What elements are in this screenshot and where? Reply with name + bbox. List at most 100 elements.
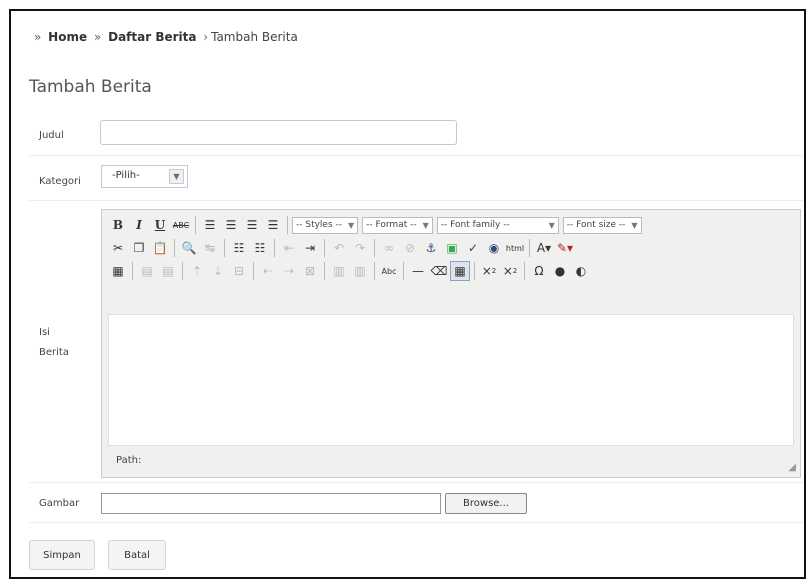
judul-input[interactable]: [100, 120, 457, 145]
row-props-icon[interactable]: ▤: [137, 261, 157, 281]
insert-col-after-icon[interactable]: ⇢: [279, 261, 299, 281]
image-icon[interactable]: ▣: [442, 238, 462, 258]
subscript-icon[interactable]: × 2: [479, 261, 499, 281]
bullet-list-icon[interactable]: ☷: [229, 238, 249, 258]
toolbar-divider: [174, 239, 175, 257]
bold-icon[interactable]: B: [108, 215, 128, 235]
help-icon[interactable]: ◉: [484, 238, 504, 258]
find-icon[interactable]: 🔍: [179, 238, 199, 258]
copy-icon[interactable]: ❐: [129, 238, 149, 258]
simpan-button[interactable]: Simpan: [29, 540, 95, 570]
table-icon[interactable]: ▦: [108, 261, 128, 281]
toolbar-divider: [253, 262, 254, 280]
text-color-icon[interactable]: A▾: [534, 238, 554, 258]
toolbar-divider: [374, 262, 375, 280]
align-justify-icon[interactable]: ☰: [263, 215, 283, 235]
toolbar-divider: [274, 239, 275, 257]
align-left-icon[interactable]: ☰: [200, 215, 220, 235]
remove-format-icon[interactable]: ⌫: [429, 261, 449, 281]
chevron-down-icon: ▼: [631, 220, 638, 230]
special-character-icon[interactable]: Ω: [529, 261, 549, 281]
toolbar-divider: [403, 262, 404, 280]
delete-row-icon[interactable]: ⊟: [229, 261, 249, 281]
align-center-icon[interactable]: ☰: [221, 215, 241, 235]
batal-button[interactable]: Batal: [108, 540, 166, 570]
chevron-down-icon: ▼: [548, 220, 555, 230]
page-title: Tambah Berita: [29, 77, 152, 97]
font-size-dropdown[interactable]: -- Font size -- ▼: [562, 216, 642, 234]
numbered-list-icon[interactable]: ☷: [250, 238, 270, 258]
toolbar-divider: [474, 262, 475, 280]
browse-button[interactable]: Browse...: [445, 493, 527, 514]
toolbar-divider: [224, 239, 225, 257]
breadcrumb-current: Tambah Berita: [211, 30, 298, 44]
font-family-dropdown-label: -- Font family --: [440, 220, 510, 230]
split-cells-icon[interactable]: ▥: [329, 261, 349, 281]
outdent-icon[interactable]: ⇤: [279, 238, 299, 258]
resize-grip-icon[interactable]: ◢: [788, 462, 796, 473]
styles-dropdown-label: -- Styles --: [296, 220, 343, 230]
kategori-select[interactable]: -Pilih- ▼: [101, 165, 188, 188]
abbreviation-icon[interactable]: Abc: [379, 261, 399, 281]
chevron-down-icon: ▼: [348, 220, 355, 230]
italic-icon[interactable]: I: [129, 215, 149, 235]
visual-aid-icon[interactable]: ▦: [450, 261, 470, 281]
redo-icon[interactable]: ↷: [350, 238, 370, 258]
toolbar-divider: [132, 262, 133, 280]
code-icon[interactable]: html: [505, 238, 525, 258]
toolbar-divider: [374, 239, 375, 257]
horizontal-rule-icon[interactable]: —: [408, 261, 428, 281]
gambar-file-input[interactable]: [101, 493, 441, 514]
toolbar-divider: [195, 216, 196, 234]
insert-col-before-icon[interactable]: ⇠: [258, 261, 278, 281]
link-icon[interactable]: ∞: [379, 238, 399, 258]
breadcrumb: » Home » Daftar Berita › Tambah Berita: [31, 30, 298, 44]
styles-dropdown[interactable]: -- Styles -- ▼: [292, 216, 359, 234]
toolbar-divider: [324, 262, 325, 280]
toolbar-divider: [287, 216, 288, 234]
underline-icon[interactable]: U: [150, 215, 170, 235]
editor-path-label: Path:: [116, 455, 142, 466]
background-color-icon[interactable]: ✎▾: [555, 238, 575, 258]
delete-col-icon[interactable]: ⊠: [300, 261, 320, 281]
chevron-down-icon[interactable]: ▼: [169, 169, 184, 184]
superscript-icon[interactable]: × 2: [500, 261, 520, 281]
format-dropdown-label: -- Format --: [366, 220, 417, 230]
replace-icon[interactable]: ↹: [200, 238, 220, 258]
gambar-label: Gambar: [39, 498, 80, 509]
merge-cells-icon[interactable]: ▥: [350, 261, 370, 281]
toolbar-divider: [529, 239, 530, 257]
toolbar-divider: [324, 239, 325, 257]
align-right-icon[interactable]: ☰: [242, 215, 262, 235]
breadcrumb-separator: »: [93, 30, 102, 44]
unlink-icon[interactable]: ⊘: [400, 238, 420, 258]
paste-icon[interactable]: 📋: [150, 238, 170, 258]
toolbar-divider: [182, 262, 183, 280]
editor-content-area[interactable]: [108, 314, 794, 446]
format-dropdown[interactable]: -- Format -- ▼: [362, 216, 433, 234]
breadcrumb-daftar-berita-link[interactable]: Daftar Berita: [108, 30, 196, 44]
strikethrough-icon[interactable]: ABC: [171, 215, 191, 235]
breadcrumb-separator: »: [34, 30, 42, 44]
indent-icon[interactable]: ⇥: [300, 238, 320, 258]
editor-toolbar-row-2: ✂ ❐ 📋 🔍 ↹ ☷ ☷ ⇤ ⇥ ↶ ↷ ∞ ⊘ ⚓ ▣ ✓ ◉ html A…: [108, 237, 575, 259]
cleanup-icon[interactable]: ✓: [463, 238, 483, 258]
media-icon[interactable]: ●: [550, 261, 570, 281]
editor-toolbar-row-3: ▦ ▤ ▤ ⇡ ⇣ ⊟ ⇠ ⇢ ⊠ ▥ ▥ Abc — ⌫ ▦ × 2 × 2 Ω: [108, 260, 591, 282]
isi-berita-label: Isi Berita: [39, 327, 69, 358]
cut-icon[interactable]: ✂: [108, 238, 128, 258]
emoticon-icon[interactable]: ◐: [571, 261, 591, 281]
judul-label: Judul: [39, 130, 64, 141]
font-family-dropdown[interactable]: -- Font family -- ▼: [436, 216, 559, 234]
editor-toolbar-row-1: B I U ABC ☰ ☰ ☰ ☰ -- Styles -- ▼ -- Forma…: [108, 214, 645, 236]
insert-row-before-icon[interactable]: ⇡: [187, 261, 207, 281]
anchor-icon[interactable]: ⚓: [421, 238, 441, 258]
toolbar-divider: [524, 262, 525, 280]
breadcrumb-home-link[interactable]: Home: [48, 30, 87, 44]
cell-props-icon[interactable]: ▤: [158, 261, 178, 281]
rich-text-editor: B I U ABC ☰ ☰ ☰ ☰ -- Styles -- ▼ -- Forma…: [101, 209, 801, 478]
chevron-down-icon: ▼: [422, 220, 429, 230]
insert-row-after-icon[interactable]: ⇣: [208, 261, 228, 281]
kategori-selected-value: -Pilih-: [112, 170, 140, 181]
undo-icon[interactable]: ↶: [329, 238, 349, 258]
